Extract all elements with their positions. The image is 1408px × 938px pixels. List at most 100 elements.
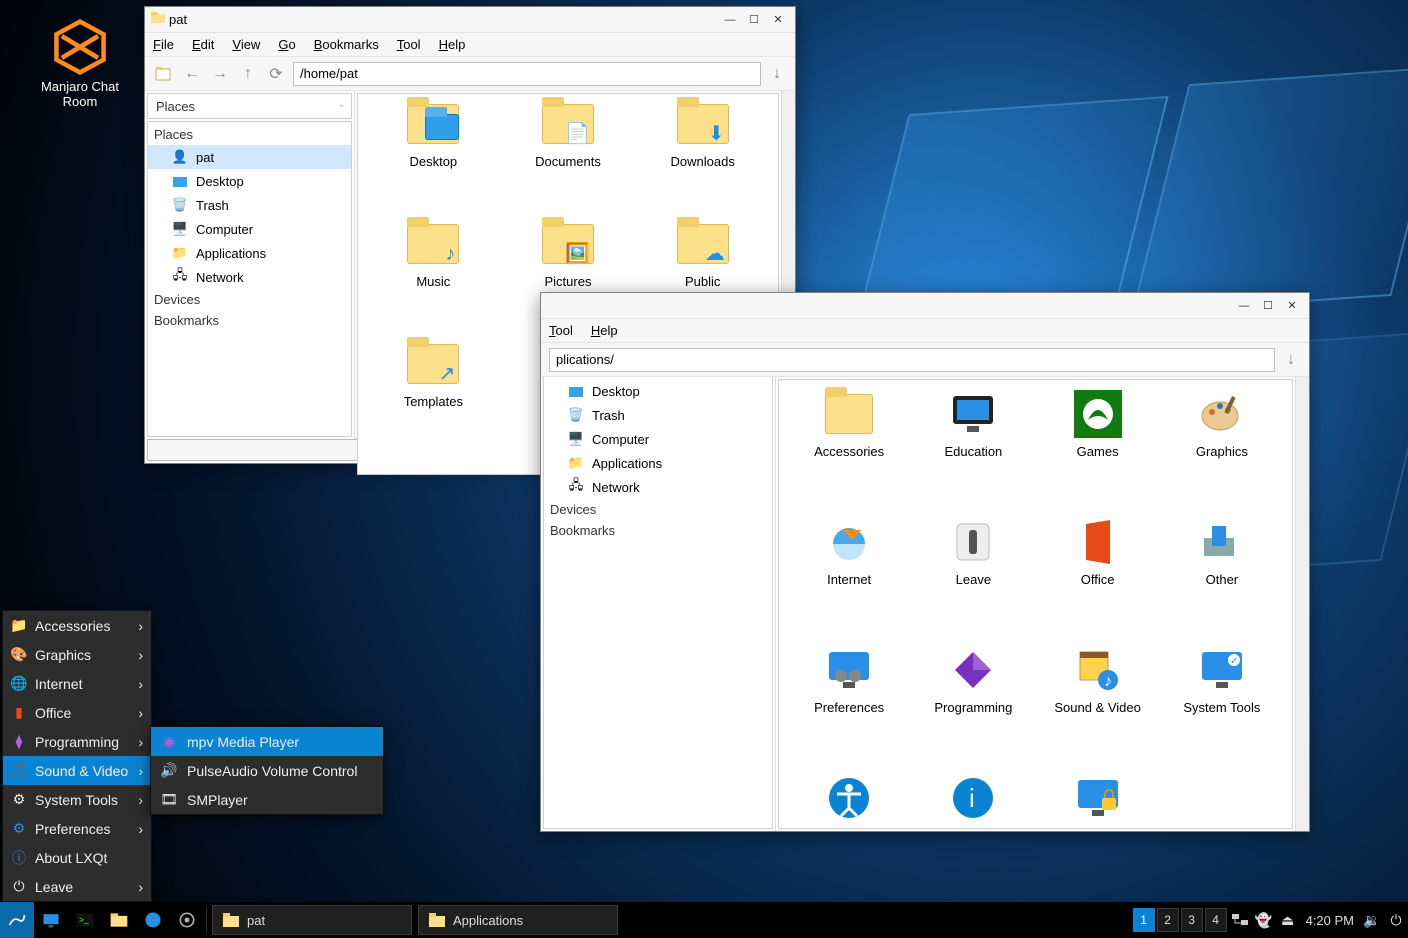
titlebar[interactable]: — ☐ ✕ — [541, 293, 1309, 319]
sidebar-item-computer[interactable]: 🖥️Computer — [148, 217, 351, 241]
menu-help[interactable]: Help — [439, 37, 466, 52]
folder-icon — [151, 11, 165, 28]
sidebar-item-trash[interactable]: 🗑️Trash — [544, 403, 772, 427]
close-button[interactable]: ✕ — [767, 11, 789, 29]
menu-leave[interactable]: ⏻Leave› — [3, 872, 151, 901]
menu-preferences[interactable]: ⚙Preferences› — [3, 814, 151, 843]
tray-update-icon[interactable]: 👻 — [1252, 902, 1276, 938]
maximize-button[interactable]: ☐ — [743, 11, 765, 29]
launcher-browser[interactable] — [136, 902, 170, 938]
sidebar-item-desktop[interactable]: Desktop — [544, 379, 772, 403]
start-button[interactable] — [0, 902, 34, 938]
show-desktop-button[interactable] — [34, 902, 68, 938]
sidebar-item-desktop[interactable]: Desktop — [148, 169, 351, 193]
menu-file[interactable]: File — [153, 37, 174, 52]
sidebar-item-trash[interactable]: 🗑️Trash — [148, 193, 351, 217]
clock[interactable]: 4:20 PM — [1300, 913, 1360, 928]
submenu-mpv[interactable]: ◉mpv Media Player — [151, 727, 383, 756]
task-button-applications[interactable]: Applications — [418, 905, 618, 935]
sidebar-item-network[interactable]: 🖧Network — [544, 475, 772, 499]
menu-internet[interactable]: 🌐Internet› — [3, 669, 151, 698]
launcher-settings[interactable] — [170, 902, 204, 938]
sidebar-item-network[interactable]: 🖧Network — [148, 265, 351, 289]
launcher-files[interactable] — [102, 902, 136, 938]
submenu-smplayer[interactable]: 🎞SMPlayer — [151, 785, 383, 814]
close-button[interactable]: ✕ — [1281, 297, 1303, 315]
menu-edit[interactable]: Edit — [192, 37, 214, 52]
folder-templates[interactable]: ↗Templates — [366, 344, 501, 464]
folder-music[interactable]: ♪Music — [366, 224, 501, 344]
sidebar-item-applications[interactable]: 📁Applications — [544, 451, 772, 475]
app-programming[interactable]: Programming — [911, 646, 1035, 774]
titlebar[interactable]: pat — ☐ ✕ — [145, 7, 795, 33]
desktop-icon-manjaro-chat[interactable]: Manjaro Chat Room — [25, 18, 135, 109]
path-input[interactable] — [549, 348, 1275, 372]
minimize-button[interactable]: — — [1233, 297, 1255, 315]
workspace-3[interactable]: 3 — [1181, 908, 1203, 932]
menu-system-tools[interactable]: ⚙System Tools› — [3, 785, 151, 814]
path-history-icon[interactable]: ↓ — [1281, 351, 1301, 369]
app-graphics[interactable]: Graphics — [1160, 390, 1284, 518]
app-leave[interactable]: Leave — [911, 518, 1035, 646]
menu-bookmarks[interactable]: Bookmarks — [314, 37, 379, 52]
scrollbar[interactable] — [1295, 377, 1309, 831]
menu-go[interactable]: Go — [278, 37, 295, 52]
sidebar-cat-devices[interactable]: Devices — [544, 499, 772, 520]
launcher-terminal[interactable]: >_ — [68, 902, 102, 938]
menu-tool[interactable]: Tool — [549, 323, 573, 338]
folder-documents[interactable]: 📄Documents — [501, 104, 636, 224]
app-games[interactable]: Games — [1036, 390, 1160, 518]
menu-graphics[interactable]: 🎨Graphics› — [3, 640, 151, 669]
workspace-1[interactable]: 1 — [1133, 908, 1155, 932]
sidebar-item-computer[interactable]: 🖥️Computer — [544, 427, 772, 451]
sidebar-item-applications[interactable]: 📁Applications — [148, 241, 351, 265]
app-universal-access[interactable]: Universal Access — [787, 774, 911, 829]
folder-downloads[interactable]: ⬇Downloads — [635, 104, 770, 224]
app-preferences[interactable]: Preferences — [787, 646, 911, 774]
menu-tool[interactable]: Tool — [397, 37, 421, 52]
app-about-lxqt[interactable]: iAbout LXQt — [911, 774, 1035, 829]
menu-sound-video[interactable]: 🎵Sound & Video› — [3, 756, 151, 785]
workspace-4[interactable]: 4 — [1205, 908, 1227, 932]
path-history-icon[interactable]: ↓ — [767, 65, 787, 83]
menu-office[interactable]: ▮Office› — [3, 698, 151, 727]
back-icon[interactable]: ← — [181, 63, 203, 85]
workspace-2[interactable]: 2 — [1157, 908, 1179, 932]
path-input[interactable] — [293, 62, 761, 86]
reload-icon[interactable]: ⟳ — [265, 63, 287, 85]
app-system-tools[interactable]: ✓System Tools — [1160, 646, 1284, 774]
sidebar-cat-places[interactable]: Places — [148, 124, 351, 145]
menu-help[interactable]: Help — [591, 323, 618, 338]
maximize-button[interactable]: ☐ — [1257, 297, 1279, 315]
tray-power-icon[interactable]: ⏻ — [1384, 902, 1408, 938]
applications-view[interactable]: Accessories Education Games Graphics Int… — [778, 379, 1293, 829]
desktop-icon-label: Manjaro Chat Room — [25, 79, 135, 109]
folder-desktop[interactable]: Desktop — [366, 104, 501, 224]
sidebar-cat-bookmarks[interactable]: Bookmarks — [544, 520, 772, 541]
tray-network-icon[interactable] — [1228, 902, 1252, 938]
app-internet[interactable]: Internet — [787, 518, 911, 646]
sidebar-cat-devices[interactable]: Devices — [148, 289, 351, 310]
forward-icon[interactable]: → — [209, 63, 231, 85]
sidebar-header[interactable]: Places◦ — [147, 93, 352, 119]
volume-icon: 🔊 — [161, 763, 177, 779]
app-sound-video[interactable]: ♪Sound & Video — [1036, 646, 1160, 774]
app-accessories[interactable]: Accessories — [787, 390, 911, 518]
tray-volume-icon[interactable]: 🔉 — [1360, 902, 1384, 938]
tray-removable-icon[interactable]: ⏏ — [1276, 902, 1300, 938]
sidebar-item-pat[interactable]: 👤pat — [148, 145, 351, 169]
menu-accessories[interactable]: 📁Accessories› — [3, 611, 151, 640]
app-education[interactable]: Education — [911, 390, 1035, 518]
up-icon[interactable]: ↑ — [237, 63, 259, 85]
app-other[interactable]: Other — [1160, 518, 1284, 646]
minimize-button[interactable]: — — [719, 11, 741, 29]
sidebar-cat-bookmarks[interactable]: Bookmarks — [148, 310, 351, 331]
submenu-pulseaudio[interactable]: 🔊PulseAudio Volume Control — [151, 756, 383, 785]
menu-programming[interactable]: ⧫Programming› — [3, 727, 151, 756]
new-tab-icon[interactable] — [153, 63, 175, 85]
menu-about-lxqt[interactable]: ⓘAbout LXQt — [3, 843, 151, 872]
menu-view[interactable]: View — [232, 37, 260, 52]
task-button-pat[interactable]: pat — [212, 905, 412, 935]
app-office[interactable]: Office — [1036, 518, 1160, 646]
app-lock-screen[interactable]: Lock Screen — [1036, 774, 1160, 829]
